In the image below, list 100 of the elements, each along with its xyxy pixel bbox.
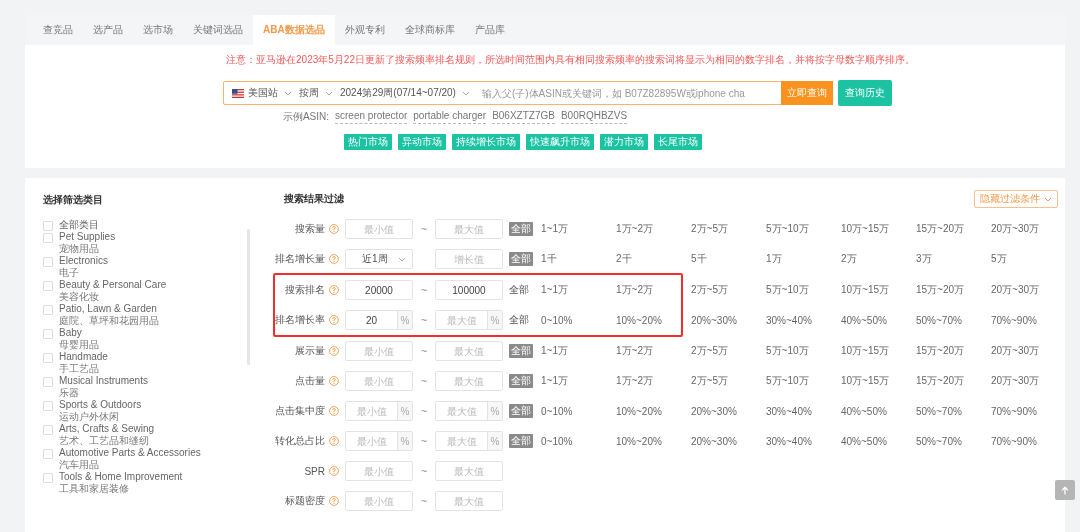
range-option[interactable]: 15万~20万 [916,222,991,236]
example-link[interactable]: B00RQHBZVS [560,110,628,124]
range-option[interactable]: 70%~90% [991,435,1065,447]
tab[interactable]: 选产品 [83,15,133,45]
range-option[interactable]: 1万~2万 [616,222,691,236]
range-option[interactable]: 30%~40% [766,314,841,326]
range-option[interactable]: 2万~5万 [691,283,766,297]
example-link[interactable]: B06XZTZ7GB [492,110,555,124]
range-option[interactable]: 10万~15万 [841,222,916,236]
category-name[interactable]: Sports & Outdoors [59,399,142,411]
category-name[interactable]: Musical Instruments [59,375,148,387]
range-option[interactable]: 50%~70% [916,435,991,447]
category-name[interactable]: Beauty & Personal Care [59,279,167,291]
checkbox[interactable] [43,221,53,231]
all-option[interactable]: 全部 [509,404,533,418]
category-name[interactable]: Automotive Parts & Accessories [59,447,201,459]
all-option[interactable]: 全部 [509,344,533,358]
range-option[interactable]: 1~1万 [541,344,616,358]
category-name[interactable]: Patio, Lawn & Garden [59,303,159,315]
range-option[interactable]: 10万~15万 [841,283,916,297]
range-option[interactable]: 2千 [616,252,691,266]
input-field[interactable]: 最小值 [345,341,413,361]
tab[interactable]: 关键词选品 [183,15,253,45]
input-field[interactable]: 最大值 [435,219,503,239]
range-option[interactable]: 50%~70% [916,314,991,326]
category-name[interactable]: Arts, Crafts & Sewing [59,423,155,435]
tab[interactable]: 产品库 [464,15,515,45]
range-option[interactable]: 20万~30万 [991,283,1065,297]
all-option[interactable]: 全部 [509,374,533,388]
range-option[interactable]: 0~10% [541,405,616,417]
range-option[interactable]: 5万 [991,252,1065,266]
range-option[interactable]: 3万 [916,252,991,266]
period-dropdown[interactable]: 按周 [299,86,319,100]
checkbox[interactable] [43,449,53,459]
category-name[interactable]: Electronics [59,255,108,267]
input-field[interactable]: 增长值 [435,249,503,269]
period-select[interactable]: 近1周 [345,249,413,269]
input-field[interactable]: 最大值 [435,461,503,481]
checkbox[interactable] [43,377,53,387]
checkbox[interactable] [43,353,53,363]
example-link[interactable]: portable charger [413,110,487,124]
range-option[interactable]: 20%~30% [691,314,766,326]
checkbox[interactable] [43,305,53,315]
range-option[interactable]: 1~1万 [541,374,616,388]
range-option[interactable]: 1万 [766,252,841,266]
range-option[interactable]: 0~10% [541,314,616,326]
checkbox[interactable] [43,329,53,339]
range-option[interactable]: 20%~30% [691,435,766,447]
range-option[interactable]: 20万~30万 [991,222,1065,236]
range-option[interactable]: 50%~70% [916,405,991,417]
range-option[interactable]: 5千 [691,252,766,266]
range-option[interactable]: 5万~10万 [766,344,841,358]
input-field[interactable]: 20000 [345,280,413,300]
range-option[interactable]: 1万~2万 [616,344,691,358]
range-option[interactable]: 15万~20万 [916,283,991,297]
all-option[interactable]: 全部 [509,252,533,266]
input-field[interactable]: 最大值 [435,371,503,391]
example-link[interactable]: screen protector [335,110,408,124]
range-option[interactable]: 30%~40% [766,405,841,417]
range-option[interactable]: 2万 [841,252,916,266]
input-field[interactable]: 100000 [435,280,503,300]
category-name[interactable]: Pet Supplies [59,231,116,243]
checkbox[interactable] [43,257,53,267]
range-option[interactable]: 15万~20万 [916,374,991,388]
category-name[interactable]: Handmade [59,351,108,363]
range-option[interactable]: 5万~10万 [766,374,841,388]
range-option[interactable]: 2万~5万 [691,374,766,388]
range-option[interactable]: 20万~30万 [991,374,1065,388]
range-option[interactable]: 10%~20% [616,405,691,417]
input-field[interactable]: 最小值 [345,491,413,511]
input-field[interactable]: 最小值 [345,219,413,239]
all-option[interactable]: 全部 [509,222,533,236]
range-option[interactable]: 2万~5万 [691,344,766,358]
site-dropdown[interactable]: 美国站 [248,86,278,100]
checkbox[interactable] [43,281,53,291]
search-field[interactable]: 输入父(子)体ASIN或关键词，如 B07Z82895W或iphone cha [481,87,781,99]
range-option[interactable]: 1~1万 [541,222,616,236]
range-option[interactable]: 70%~90% [991,314,1065,326]
category-name[interactable]: 全部类目 [59,219,99,231]
range-option[interactable]: 40%~50% [841,314,916,326]
input-field[interactable]: 最大值 [435,491,503,511]
tab[interactable]: 选市场 [133,15,183,45]
all-option[interactable]: 全部 [509,313,533,327]
checkbox[interactable] [43,233,53,243]
range-option[interactable]: 20%~30% [691,405,766,417]
back-to-top-button[interactable] [1055,480,1075,500]
range-option[interactable]: 1千 [541,252,616,266]
tab[interactable]: 全球商标库 [394,15,465,45]
input-field[interactable]: 最小值 [345,371,413,391]
tab[interactable]: 查竞品 [33,15,83,45]
range-option[interactable]: 10万~15万 [841,344,916,358]
range-option[interactable]: 40%~50% [841,435,916,447]
checkbox[interactable] [43,425,53,435]
range-option[interactable]: 10%~20% [616,435,691,447]
all-option[interactable]: 全部 [509,434,533,448]
range-option[interactable]: 15万~20万 [916,344,991,358]
range-option[interactable]: 5万~10万 [766,222,841,236]
range-option[interactable]: 20万~30万 [991,344,1065,358]
week-dropdown[interactable]: 2024第29周(07/14~07/20) [340,86,456,100]
range-option[interactable]: 10%~20% [616,314,691,326]
